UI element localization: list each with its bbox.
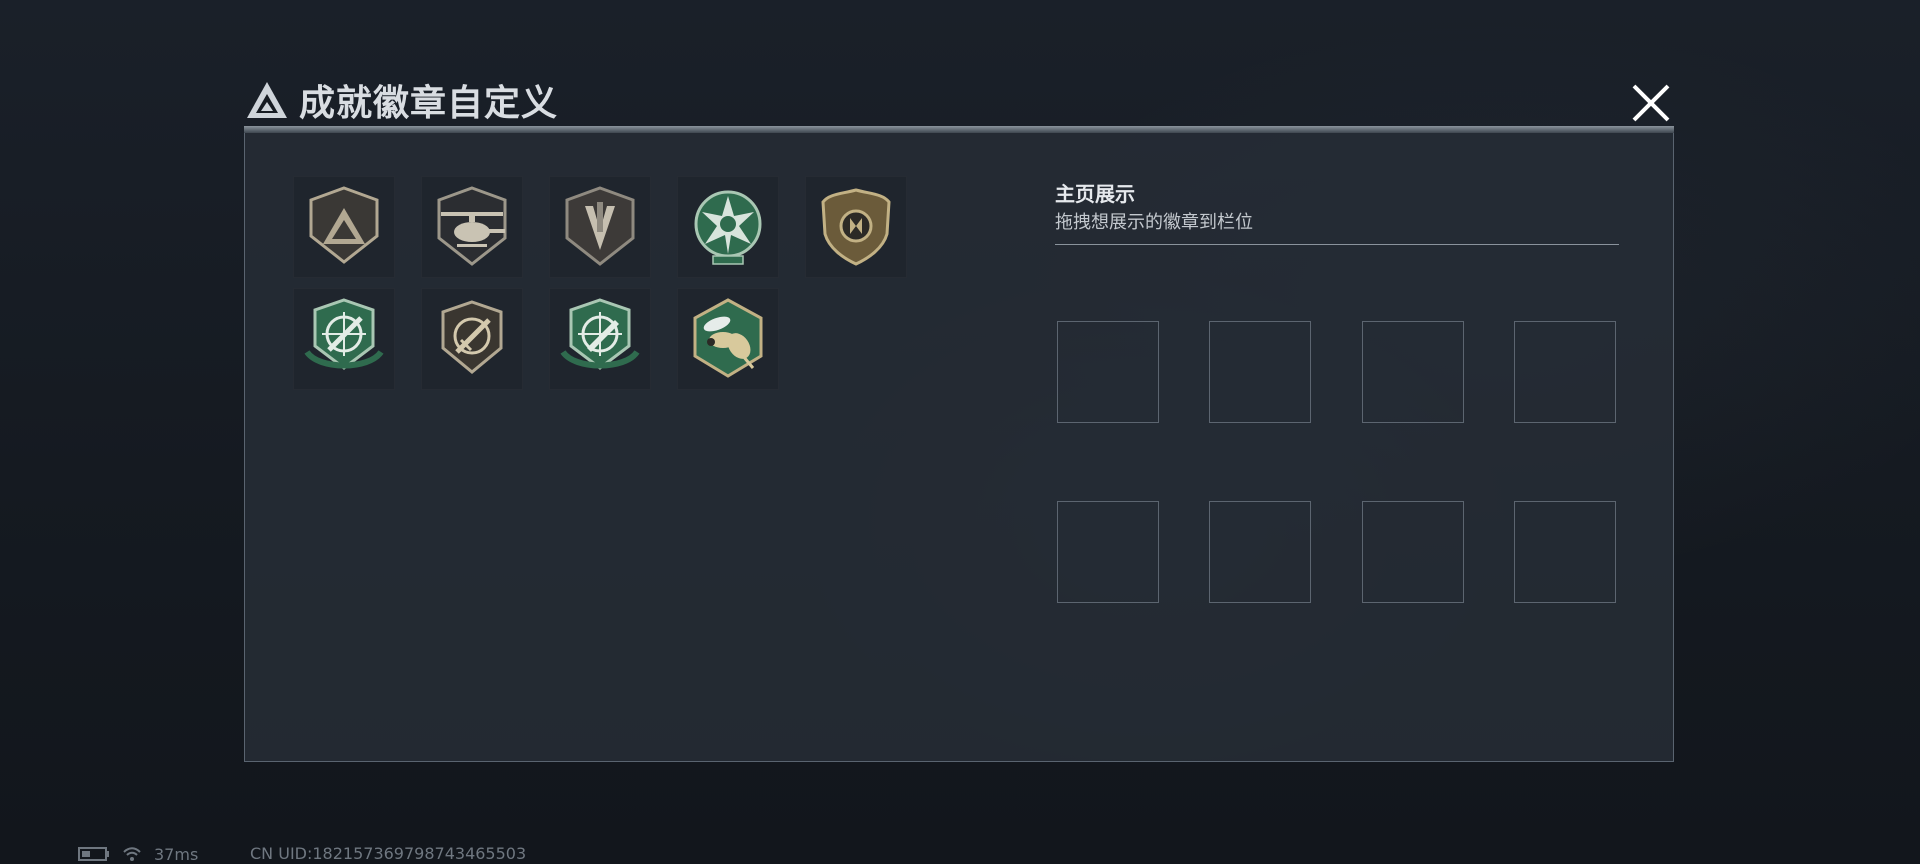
showcase-title: 主页展示 xyxy=(1055,182,1135,206)
showcase-divider xyxy=(1055,244,1619,245)
battery-icon xyxy=(78,847,109,861)
rifle-icon xyxy=(441,300,503,374)
crosshair-rifle-badge-gold[interactable] xyxy=(421,288,523,390)
showcase-slot-5[interactable] xyxy=(1057,501,1159,603)
showcase-slot-8[interactable] xyxy=(1514,501,1616,603)
crosshair-rifle-icon xyxy=(304,298,384,370)
dialog-header: 成就徽章自定义 xyxy=(245,72,558,128)
gold-shield-icon xyxy=(821,188,891,266)
triangle-logo-icon xyxy=(247,82,287,118)
showcase-slot-6[interactable] xyxy=(1209,501,1311,603)
status-bar: 37ms xyxy=(78,844,198,864)
wifi-icon xyxy=(123,847,141,861)
triangle-emblem-icon xyxy=(309,186,379,264)
gold-shield-badge[interactable] xyxy=(805,176,907,278)
star-skull-badge[interactable] xyxy=(677,176,779,278)
showcase-slot-4[interactable] xyxy=(1514,321,1616,423)
close-icon[interactable] xyxy=(1628,80,1674,126)
knife-badge[interactable] xyxy=(549,176,651,278)
showcase-subtitle: 拖拽想展示的徽章到栏位 xyxy=(1055,212,1253,233)
knife-icon xyxy=(565,186,635,266)
showcase-slot-1[interactable] xyxy=(1057,321,1159,423)
panel-top-border xyxy=(244,126,1674,133)
crosshair-rifle-badge-green[interactable] xyxy=(293,288,395,390)
uid-text: CN UID:182157369798743465503 xyxy=(250,844,527,863)
showcase-slot-7[interactable] xyxy=(1362,501,1464,603)
showcase-slot-2[interactable] xyxy=(1209,321,1311,423)
latency-text: 37ms xyxy=(154,844,199,864)
triangle-emblem-badge[interactable] xyxy=(293,176,395,278)
dialog-title: 成就徽章自定义 xyxy=(299,83,559,124)
hornet-badge[interactable] xyxy=(677,288,779,390)
helicopter-badge[interactable] xyxy=(421,176,523,278)
star-skull-icon xyxy=(694,190,762,265)
crosshair-blade-icon xyxy=(560,298,640,370)
hornet-icon xyxy=(693,298,763,378)
helicopter-icon xyxy=(437,186,507,266)
crosshair-blade-badge-green[interactable] xyxy=(549,288,651,390)
showcase-slot-3[interactable] xyxy=(1362,321,1464,423)
